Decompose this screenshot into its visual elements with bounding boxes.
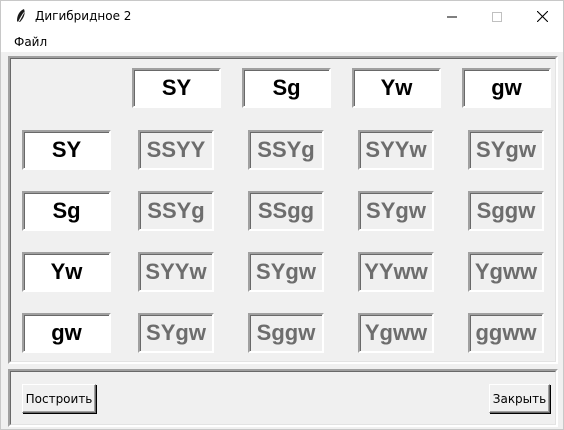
- column-header: Sg: [242, 68, 331, 108]
- feather-icon: [17, 9, 25, 22]
- minimize-icon: [447, 16, 457, 17]
- menu-bar: Файл: [1, 32, 563, 52]
- genotype-cell: Ygww: [468, 252, 544, 292]
- genotype-cell: SYgw: [248, 252, 324, 292]
- genotype-cell: Sggw: [248, 313, 324, 353]
- genotype-cell: SSYg: [248, 130, 324, 170]
- row-header: SY: [22, 130, 111, 170]
- genotype-cell: Sggw: [468, 191, 544, 231]
- title-bar[interactable]: Дигибридное 2: [1, 1, 563, 32]
- close-button[interactable]: Закрыть: [489, 384, 550, 413]
- genotype-cell: Ygww: [358, 313, 434, 353]
- column-header: SY: [132, 68, 221, 108]
- close-icon: [536, 11, 548, 22]
- menu-file[interactable]: Файл: [14, 35, 47, 49]
- window-title: Дигибридное 2: [35, 9, 132, 23]
- close-window-button[interactable]: [519, 1, 564, 32]
- build-button[interactable]: Построить: [22, 384, 96, 413]
- genotype-cell: YYww: [358, 252, 434, 292]
- row-header: Sg: [22, 191, 111, 231]
- genotype-cell: SYgw: [358, 191, 434, 231]
- genotype-cell: SSYY: [138, 130, 214, 170]
- row-header: Yw: [22, 252, 111, 292]
- maximize-button[interactable]: [474, 1, 520, 32]
- app-window: Дигибридное 2 Файл SY Sg Yw gw SY Sg Yw …: [0, 0, 564, 430]
- genotype-cell: SYYw: [138, 252, 214, 292]
- genotype-cell: SSYg: [138, 191, 214, 231]
- row-header: gw: [22, 313, 111, 353]
- maximize-icon: [492, 11, 502, 22]
- genotype-cell: SSgg: [248, 191, 324, 231]
- genotype-cell: SYgw: [138, 313, 214, 353]
- column-header: gw: [462, 68, 551, 108]
- genotype-cell: ggww: [468, 313, 544, 353]
- column-header: Yw: [352, 68, 441, 108]
- minimize-button[interactable]: [429, 1, 475, 32]
- genotype-cell: SYYw: [358, 130, 434, 170]
- genotype-cell: SYgw: [468, 130, 544, 170]
